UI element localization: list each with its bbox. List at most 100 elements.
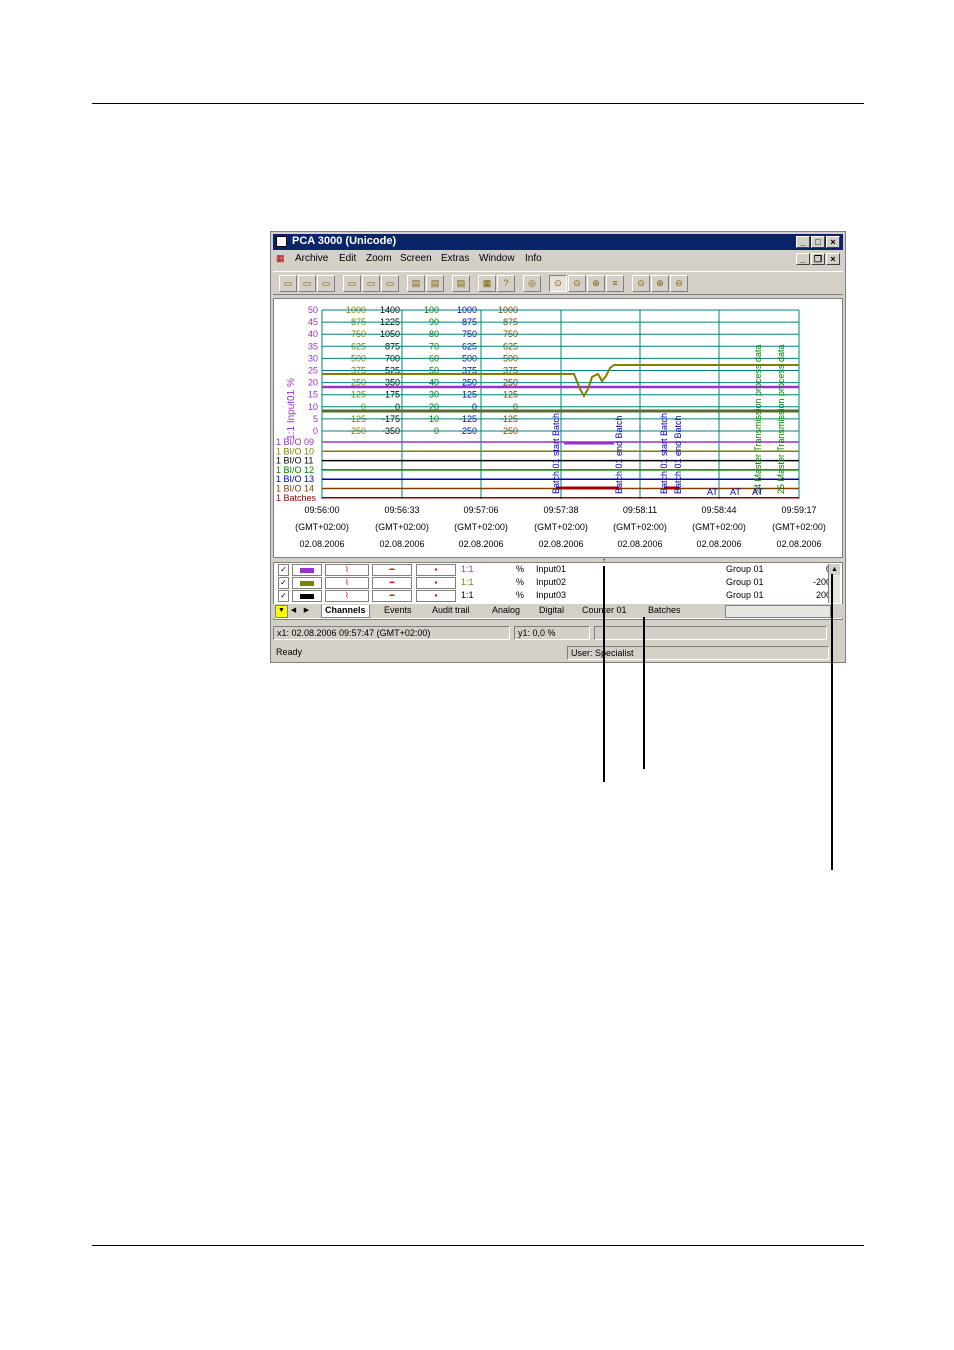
scale-tick-label: 30 bbox=[308, 353, 318, 363]
scale-tick-label: 50 bbox=[308, 305, 318, 315]
channel-color-swatch[interactable] bbox=[292, 564, 322, 576]
channel-unit: % bbox=[516, 577, 525, 587]
search-event-icon[interactable]: ◎ bbox=[523, 275, 541, 292]
x-tick-tz: (GMT+02:00) bbox=[613, 522, 667, 532]
callout-line-splitter bbox=[603, 566, 605, 782]
open-folder-icon[interactable]: ▭ bbox=[279, 275, 297, 292]
app-window: PCA 3000 (Unicode) _ □ × ▦ Archive Edit Zo… bbox=[270, 231, 846, 663]
channel-visible-checkbox[interactable]: ✓ bbox=[278, 577, 289, 589]
zoom-next-icon[interactable]: ⊕ bbox=[651, 275, 669, 292]
zoom-y-icon[interactable]: ≡ bbox=[606, 275, 624, 292]
channel-color-swatch[interactable] bbox=[292, 590, 322, 602]
menu-window[interactable]: Window bbox=[479, 253, 515, 264]
scale-tick-label: 45 bbox=[308, 317, 318, 327]
grid-scrollbar[interactable]: ▲ bbox=[828, 564, 840, 603]
channel-visible-checkbox[interactable]: ✓ bbox=[278, 564, 289, 576]
channel-marker-style[interactable]: ▪ bbox=[416, 590, 456, 602]
x-tick-tz: (GMT+02:00) bbox=[454, 522, 508, 532]
mdi-restore-button[interactable]: ❐ bbox=[811, 253, 825, 265]
scale-tick-label: 40 bbox=[308, 329, 318, 339]
key-folder-icon[interactable]: ▭ bbox=[381, 275, 399, 292]
menu-screen[interactable]: Screen bbox=[400, 253, 432, 264]
channel-factor: 1:1 bbox=[461, 590, 474, 600]
table-row[interactable]: ✓ ⌇ ━ ▪ 1:1% Input03 Group 01 200 bbox=[276, 590, 842, 603]
menu-zoom[interactable]: Zoom bbox=[366, 253, 392, 264]
channel-factor: 1:1 bbox=[461, 577, 474, 587]
channel-color-swatch[interactable] bbox=[292, 577, 322, 589]
tab-channels[interactable]: Channels bbox=[321, 605, 370, 618]
mdi-close-button[interactable]: × bbox=[826, 253, 840, 265]
chart-svg: 5045403530252015105010008757506255003752… bbox=[276, 305, 800, 503]
table-icon[interactable]: ▦ bbox=[478, 275, 496, 292]
header-rule bbox=[92, 103, 864, 104]
x-tick-time: 09:59:17 bbox=[781, 505, 817, 515]
chart-area[interactable]: 50 45 40 35 30 25 20 15 10 5 0 1000 875 750 625 500 375 2… bbox=[273, 298, 843, 558]
table-row[interactable]: ✓ ⌇ ━ ▪ 1:1% Input02 Group 01 -200 bbox=[276, 577, 842, 590]
import-icon[interactable]: ▭ bbox=[343, 275, 361, 292]
channel-trace-style[interactable]: ⌇ bbox=[325, 577, 369, 589]
channel-line-style[interactable]: ━ bbox=[372, 564, 412, 576]
help-icon[interactable]: ? bbox=[497, 275, 515, 292]
tab-strip: ▼ ◀ ▶ Channels Events Audit trail Analog… bbox=[273, 604, 843, 618]
event-label: Batch 01 end Batch bbox=[673, 415, 683, 494]
menu-extras[interactable]: Extras bbox=[441, 253, 469, 264]
menu-info[interactable]: Info bbox=[525, 253, 542, 264]
tab-next-icon[interactable]: ▶ bbox=[301, 605, 312, 616]
channel-group: Group 01 bbox=[726, 564, 764, 574]
scale-tick-label: 0 bbox=[313, 426, 318, 436]
event-marker-label: AT bbox=[707, 487, 718, 497]
event-label: 24 Master Transmission process data bbox=[753, 344, 763, 494]
tab-analog[interactable]: Analog bbox=[489, 605, 523, 617]
zoom-reset-icon[interactable]: ⊙ bbox=[632, 275, 650, 292]
tab-audit-trail[interactable]: Audit trail bbox=[429, 605, 473, 617]
status-user: User: Specialist bbox=[567, 646, 829, 660]
footer-rule bbox=[92, 1245, 864, 1246]
channel-trace-style[interactable]: ⌇ bbox=[325, 590, 369, 602]
print-preview-icon[interactable]: ▤ bbox=[407, 275, 425, 292]
table-row[interactable]: ✓ ⌇━ ▪ 1:1% Input01 Group 01 0 bbox=[276, 564, 842, 577]
channel-trace-style[interactable]: ⌇ bbox=[325, 564, 369, 576]
channel-line-style[interactable]: ━ bbox=[372, 577, 412, 589]
minimize-button[interactable]: _ bbox=[796, 236, 810, 248]
close-button[interactable]: × bbox=[826, 236, 840, 248]
x-tick-date: 02.08.2006 bbox=[696, 539, 742, 549]
callout-line-scrollbar bbox=[831, 574, 833, 870]
menu-archive[interactable]: Archive bbox=[295, 253, 328, 264]
channel-visible-checkbox[interactable]: ✓ bbox=[278, 590, 289, 602]
x-tick-date: 02.08.2006 bbox=[617, 539, 663, 549]
maximize-button[interactable]: □ bbox=[811, 236, 825, 248]
status-ready: Ready bbox=[276, 647, 303, 657]
channel-marker-style[interactable]: ▪ bbox=[416, 564, 456, 576]
tab-batches[interactable]: Batches bbox=[645, 605, 684, 617]
channel-marker-style[interactable]: ▪ bbox=[416, 577, 456, 589]
window-title: PCA 3000 (Unicode) bbox=[292, 235, 397, 247]
x-tick-date: 02.08.2006 bbox=[458, 539, 504, 549]
zoom-prev-icon[interactable]: ⊖ bbox=[670, 275, 688, 292]
menu-edit[interactable]: Edit bbox=[339, 253, 356, 264]
channel-value: 0 bbox=[791, 564, 831, 574]
open-recent-icon[interactable]: ▭ bbox=[317, 275, 335, 292]
scale-tick-label: 25 bbox=[308, 366, 318, 376]
scale-tick-label: 35 bbox=[308, 341, 318, 351]
event-marker-label: AT bbox=[730, 487, 741, 497]
export-icon[interactable]: ▭ bbox=[362, 275, 380, 292]
print-icon[interactable]: ▤ bbox=[426, 275, 444, 292]
zoom-in-icon[interactable]: ⊕ bbox=[587, 275, 605, 292]
tab-events[interactable]: Events bbox=[381, 605, 415, 617]
channel-line-style[interactable]: ━ bbox=[372, 590, 412, 602]
tab-menu-icon[interactable]: ▼ bbox=[275, 605, 288, 618]
title-bar[interactable]: PCA 3000 (Unicode) _ □ × bbox=[273, 234, 843, 250]
x-tick-time: 09:57:06 bbox=[463, 505, 499, 515]
zoom-time-icon[interactable]: ⊙ bbox=[568, 275, 586, 292]
zoom-area-icon[interactable]: ⊙ bbox=[549, 275, 567, 292]
tab-prev-icon[interactable]: ◀ bbox=[288, 605, 299, 616]
tab-scrollbar[interactable] bbox=[725, 605, 831, 618]
tab-digital[interactable]: Digital bbox=[536, 605, 567, 617]
cursor-x-readout: x1: 02.08.2006 09:57:47 (GMT+02:00) bbox=[273, 626, 510, 640]
toolbar: ▭ ▭ ▭ ▭ ▭ ▭ ▤ ▤ ▤ ▦ ? ◎ ⊙ ⊙ ⊕ ≡ ⊙ ⊕ ⊖ bbox=[273, 271, 843, 295]
page-setup-icon[interactable]: ▤ bbox=[452, 275, 470, 292]
mdi-minimize-button[interactable]: _ bbox=[796, 253, 810, 265]
document-icon[interactable]: ▦ bbox=[276, 253, 290, 266]
open-archive-icon[interactable]: ▭ bbox=[298, 275, 316, 292]
app-icon bbox=[276, 236, 287, 247]
